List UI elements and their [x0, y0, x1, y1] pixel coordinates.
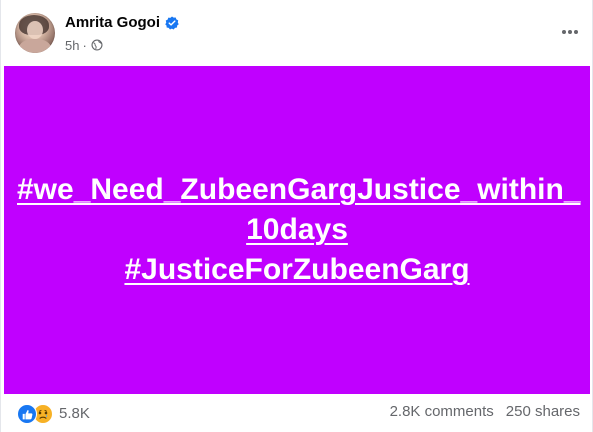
engagement-stats: 2.8K comments 250 shares [390, 403, 580, 420]
more-options-button[interactable] [556, 18, 584, 46]
post-content-background[interactable]: #we_Need_ZubeenGargJustice_within_ 10day… [4, 66, 590, 394]
author-row: Amrita Gogoi [65, 14, 179, 32]
reaction-count: 5.8K [59, 404, 90, 422]
post-footer: 5.8K 2.8K comments 250 shares [1, 394, 592, 432]
meta-separator: · [82, 37, 87, 53]
post-card: Amrita Gogoi 5h · #we_Need_ZubeenGargJus… [0, 0, 593, 432]
author-avatar[interactable] [15, 13, 55, 53]
post-header: Amrita Gogoi 5h · [1, 0, 592, 66]
reaction-icons [17, 403, 55, 424]
post-meta: 5h · [65, 37, 103, 53]
author-name[interactable]: Amrita Gogoi [65, 14, 160, 32]
reactions-summary[interactable]: 5.8K [17, 403, 90, 424]
post-text-line-3[interactable]: #JusticeForZubeenGarg [17, 250, 577, 290]
post-text: #we_Need_ZubeenGargJustice_within_ 10day… [17, 170, 581, 290]
post-text-line-2[interactable]: 10days [17, 210, 577, 250]
comments-count[interactable]: 2.8K comments [390, 403, 494, 420]
more-options-icon [562, 30, 578, 34]
post-timestamp[interactable]: 5h [65, 38, 79, 53]
like-icon [17, 404, 37, 424]
post-text-line-1[interactable]: #we_Need_ZubeenGargJustice_within_ [17, 170, 581, 210]
shares-count[interactable]: 250 shares [506, 403, 580, 420]
globe-icon[interactable] [91, 39, 103, 51]
verified-badge-icon [165, 16, 179, 30]
